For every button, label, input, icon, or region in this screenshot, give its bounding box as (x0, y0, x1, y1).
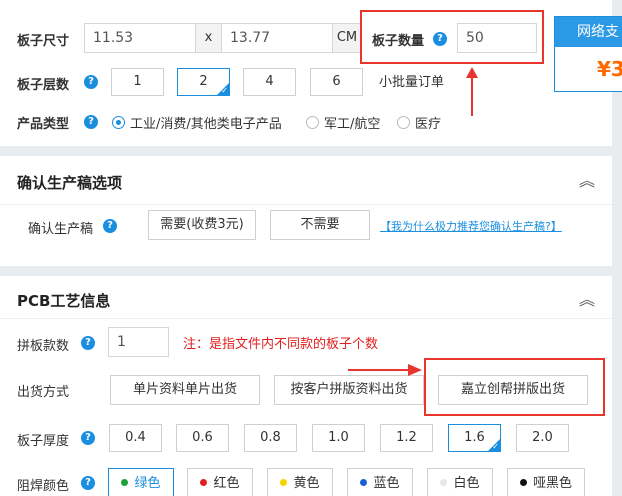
times-sign: x (195, 23, 222, 53)
mask-yellow-label: 黄色 (293, 476, 320, 491)
mask-blue-label: 蓝色 (373, 476, 400, 491)
panel-count-label: 拼板款数 (17, 339, 70, 354)
type-industrial-label[interactable]: 工业/消费/其他类电子产品 (130, 113, 282, 132)
product-type-label: 产品类型 (17, 117, 70, 132)
type-medical-label[interactable]: 医疗 (415, 113, 441, 132)
layer-option-4[interactable]: 4 (243, 68, 296, 96)
layers-help-icon[interactable]: ? (84, 75, 98, 89)
qty-annotation-box (360, 10, 544, 64)
thickness-help-icon[interactable]: ? (81, 431, 95, 445)
unit-label: CM (332, 23, 362, 53)
thickness-option-0.8[interactable]: 0.8 (244, 424, 297, 452)
board-width-input[interactable]: 11.53 (84, 23, 196, 53)
promo-price: ¥3 (597, 57, 622, 81)
white-dot-icon (440, 479, 448, 486)
blue-dot-icon (360, 479, 368, 486)
collapse-chevron-icon[interactable]: ︽ (579, 173, 595, 189)
mask-option-yellow[interactable]: 黄色 (267, 468, 333, 496)
type-radio-industrial[interactable] (112, 116, 125, 129)
board-size-label: 板子尺寸 (17, 34, 70, 49)
mask-red-label: 红色 (213, 476, 240, 491)
yellow-dot-icon (280, 479, 288, 486)
ship-annotation-arrow (348, 364, 422, 376)
type-radio-military[interactable] (306, 116, 319, 129)
type-radio-medical[interactable] (397, 116, 410, 129)
mask-option-blue[interactable]: 蓝色 (347, 468, 413, 496)
black-dot-icon (519, 479, 527, 486)
mask-option-green[interactable]: 绿色 (108, 468, 174, 496)
confirm-section-title: 确认生产稿选项 (17, 174, 123, 192)
confirm-proof-panel: 确认生产稿选项 ︽ 确认生产稿 ? 需要(收费3元) 不需要 【我为什么极力推荐… (0, 156, 612, 266)
layer-option-2-label: 2 (199, 74, 208, 89)
thickness-option-1.6[interactable]: 1.6 ✓ (448, 424, 501, 452)
pcb-section-title: PCB工艺信息 (17, 292, 111, 310)
thickness-option-1.2[interactable]: 1.2 (380, 424, 433, 452)
confirm-help-icon[interactable]: ? (103, 219, 117, 233)
collapse-chevron-icon[interactable]: ︽ (579, 292, 595, 308)
layer-option-6[interactable]: 6 (310, 68, 363, 96)
mask-white-label: 白色 (453, 476, 480, 491)
layer-option-1[interactable]: 1 (111, 68, 164, 96)
panel-count-help-icon[interactable]: ? (81, 336, 95, 350)
thickness-option-1.0[interactable]: 1.0 (312, 424, 365, 452)
small-batch-label: 小批量订单 (379, 75, 445, 90)
thickness-option-2.0[interactable]: 2.0 (516, 424, 569, 452)
online-pay-promo-card[interactable]: 网络支 ¥3 (554, 16, 622, 92)
mask-option-red[interactable]: 红色 (187, 468, 253, 496)
promo-title: 网络支 (555, 17, 622, 47)
solder-mask-label: 阻焊颜色 (17, 479, 70, 494)
confirm-why-link[interactable]: 【我为什么极力推荐您确认生产稿?】 (380, 218, 562, 234)
panel-count-input[interactable]: 1 (108, 327, 169, 357)
board-layers-label: 板子层数 (17, 78, 70, 93)
confirm-need-button[interactable]: 需要(收费3元) (148, 210, 256, 240)
ship-single-button[interactable]: 单片资料单片出货 (110, 375, 260, 405)
mask-option-matte-black[interactable]: 哑黑色 (507, 468, 585, 496)
thickness-option-0.4[interactable]: 0.4 (109, 424, 162, 452)
green-dot-icon (121, 479, 129, 486)
mask-green-label: 绿色 (134, 476, 161, 491)
pcb-divider (0, 318, 612, 319)
board-height-input[interactable]: 13.77 (221, 23, 333, 53)
confirm-divider (0, 204, 612, 205)
ship-method-label: 出货方式 (17, 385, 70, 400)
confirm-row-label: 确认生产稿 (28, 222, 94, 237)
mask-black-label: 哑黑色 (532, 476, 572, 491)
type-military-label[interactable]: 军工/航空 (324, 113, 380, 132)
red-dot-icon (200, 479, 208, 486)
panel-count-note: 注：是指文件内不同款的板子个数 (183, 337, 379, 352)
type-help-icon[interactable]: ? (84, 115, 98, 129)
solder-mask-help-icon[interactable]: ? (81, 476, 95, 490)
thickness-option-0.6[interactable]: 0.6 (176, 424, 229, 452)
thickness-option-1.6-label: 1.6 (464, 430, 485, 445)
thickness-label: 板子厚度 (17, 434, 70, 449)
qty-annotation-arrow (466, 67, 478, 116)
check-icon: ✓ (221, 86, 228, 95)
check-icon: ✓ (492, 442, 499, 451)
ship-annotation-box (424, 358, 605, 416)
mask-option-white[interactable]: 白色 (427, 468, 493, 496)
confirm-no-need-button[interactable]: 不需要 (270, 210, 370, 240)
layer-option-2[interactable]: 2 ✓ (177, 68, 230, 96)
